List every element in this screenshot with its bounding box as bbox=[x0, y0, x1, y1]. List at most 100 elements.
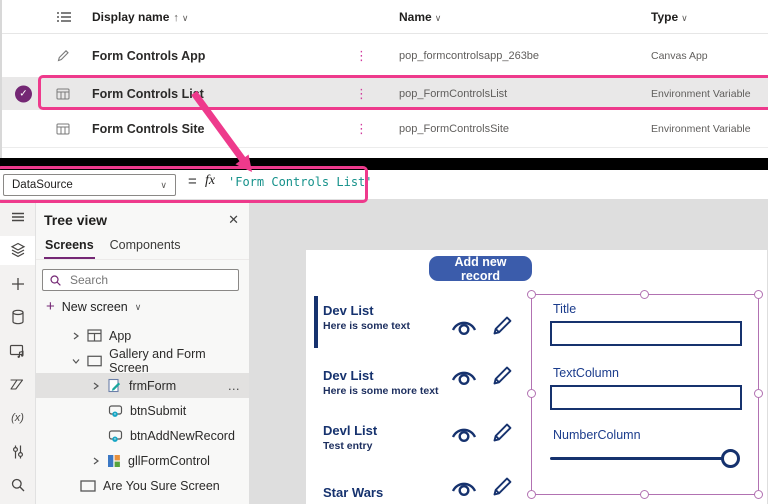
gallery-item-title[interactable]: Devl List bbox=[323, 423, 377, 438]
tree-item-label: btnSubmit bbox=[130, 404, 186, 418]
tree-item-btnsubmit[interactable]: btnSubmit bbox=[36, 398, 249, 423]
form-control-selected[interactable]: Title TextColumn NumberColumn bbox=[531, 294, 759, 495]
table-row-selected[interactable]: ✓ Form Controls List ⋮ pop_FormControlsL… bbox=[2, 77, 768, 110]
view-record-eye-icon[interactable] bbox=[449, 366, 479, 388]
tree-item-gallery-and-form-screen[interactable]: Gallery and Form Screen bbox=[36, 348, 249, 373]
tree-view-tabs: Screens Components bbox=[36, 232, 249, 260]
row-display-name[interactable]: Form Controls App bbox=[92, 49, 205, 63]
gallery-item-title[interactable]: Dev List bbox=[323, 368, 374, 383]
numbercolumn-slider-knob[interactable] bbox=[721, 449, 740, 468]
property-dropdown-value: DataSource bbox=[12, 179, 73, 191]
row-display-name[interactable]: Form Controls Site bbox=[92, 122, 205, 136]
chevron-down-icon: ∨ bbox=[681, 13, 688, 23]
numbercolumn-slider-track[interactable] bbox=[550, 457, 731, 460]
tree-item-app[interactable]: App bbox=[36, 323, 249, 348]
tree-item-label: App bbox=[109, 329, 131, 343]
tab-screens[interactable]: Screens bbox=[44, 236, 95, 259]
close-icon[interactable]: ✕ bbox=[228, 212, 239, 228]
more-options-icon[interactable]: ⋮ bbox=[355, 51, 368, 61]
resize-handle[interactable] bbox=[640, 490, 649, 499]
plus-icon: + bbox=[46, 301, 55, 313]
add-new-record-button[interactable]: Add new record bbox=[429, 256, 532, 281]
resize-handle[interactable] bbox=[754, 290, 763, 299]
gallery-item-subtitle: Here is some text bbox=[323, 320, 410, 332]
column-header-type[interactable]: Type∨ bbox=[651, 10, 688, 24]
search-input[interactable] bbox=[42, 269, 239, 291]
view-record-eye-icon[interactable] bbox=[449, 477, 479, 499]
advanced-tools-icon[interactable] bbox=[0, 437, 35, 467]
screen-icon bbox=[80, 480, 96, 492]
gallery-selected-indicator bbox=[314, 296, 318, 348]
view-record-eye-icon[interactable] bbox=[449, 316, 479, 338]
form-icon bbox=[107, 378, 122, 393]
chevron-right-icon bbox=[92, 382, 100, 390]
canvas-background: Add new record Dev List Here is some tex… bbox=[249, 200, 768, 504]
tree-view-icon[interactable] bbox=[0, 236, 35, 266]
search-icon bbox=[49, 274, 62, 287]
gallery-item-title[interactable]: Star Wars bbox=[323, 485, 383, 500]
data-icon[interactable] bbox=[0, 303, 35, 333]
edit-record-pencil-icon[interactable] bbox=[490, 419, 516, 445]
row-display-name[interactable]: Form Controls List bbox=[92, 87, 204, 101]
selected-check-icon[interactable]: ✓ bbox=[15, 85, 32, 102]
tree-list: App Gallery and Form Screen frmForm … bt… bbox=[36, 323, 249, 498]
chevron-down-icon: ∨ bbox=[160, 180, 167, 191]
tree-item-label: btnAddNewRecord bbox=[130, 429, 235, 443]
row-name: pop_FormControlsList bbox=[399, 88, 507, 100]
resize-handle[interactable] bbox=[527, 389, 536, 398]
chevron-down-icon: ∨ bbox=[435, 13, 442, 23]
tree-item-btnaddnewrecord[interactable]: btnAddNewRecord bbox=[36, 423, 249, 448]
variables-icon[interactable]: (x) bbox=[0, 403, 35, 433]
tree-item-are-you-sure-screen[interactable]: Are You Sure Screen bbox=[36, 473, 249, 498]
edit-record-pencil-icon[interactable] bbox=[490, 473, 516, 499]
hamburger-menu-icon[interactable] bbox=[0, 202, 35, 232]
column-header-name[interactable]: Name∨ bbox=[399, 10, 441, 24]
edit-record-pencil-icon[interactable] bbox=[490, 312, 516, 338]
button-icon bbox=[108, 428, 123, 443]
insert-plus-icon[interactable] bbox=[0, 269, 35, 299]
tab-components[interactable]: Components bbox=[109, 236, 182, 259]
studio-body: (x) Tree view ✕ Screens Components + bbox=[0, 200, 768, 504]
chevron-down-icon: ∨ bbox=[135, 302, 142, 313]
edit-record-pencil-icon[interactable] bbox=[490, 362, 516, 388]
resize-handle[interactable] bbox=[527, 290, 536, 299]
formula-input[interactable]: 'Form Controls List' bbox=[228, 175, 748, 189]
resize-handle[interactable] bbox=[640, 290, 649, 299]
table-row[interactable]: Form Controls Site ⋮ pop_FormControlsSit… bbox=[2, 110, 768, 148]
screen-icon bbox=[87, 355, 102, 367]
field-label-title: Title bbox=[553, 302, 576, 316]
chevron-right-icon bbox=[72, 332, 80, 340]
search-field[interactable] bbox=[68, 272, 232, 288]
tree-item-gllformcontrol[interactable]: gllFormControl bbox=[36, 448, 249, 473]
tree-view-panel: Tree view ✕ Screens Components + New scr… bbox=[36, 200, 249, 504]
tree-item-label: frmForm bbox=[129, 379, 176, 393]
media-icon[interactable] bbox=[0, 336, 35, 366]
column-header-label: Name bbox=[399, 10, 432, 24]
resize-handle[interactable] bbox=[527, 490, 536, 499]
panel-title: Tree view bbox=[44, 212, 107, 228]
power-automate-icon[interactable] bbox=[0, 370, 35, 400]
table-icon bbox=[56, 88, 70, 100]
more-options-icon[interactable]: ⋮ bbox=[355, 89, 368, 99]
property-dropdown[interactable]: DataSource ∨ bbox=[3, 174, 176, 196]
resize-handle[interactable] bbox=[754, 389, 763, 398]
table-row[interactable]: Form Controls App ⋮ pop_formcontrolsapp_… bbox=[2, 34, 768, 77]
search-icon[interactable] bbox=[0, 471, 35, 501]
view-record-eye-icon[interactable] bbox=[449, 423, 479, 445]
chevron-down-icon bbox=[72, 357, 80, 365]
tree-item-frmform[interactable]: frmForm … bbox=[36, 373, 249, 398]
title-text-input[interactable] bbox=[550, 321, 742, 346]
new-screen-button[interactable]: + New screen ∨ bbox=[36, 291, 249, 321]
textcolumn-text-input[interactable] bbox=[550, 385, 742, 410]
more-options-icon[interactable]: ⋮ bbox=[355, 124, 368, 134]
table-icon bbox=[56, 123, 70, 135]
equals-sign: = bbox=[188, 173, 197, 190]
more-icon[interactable]: … bbox=[228, 379, 242, 393]
power-apps-screenshot: Display name↑∨ Name∨ Type∨ Form Controls… bbox=[0, 0, 768, 504]
column-header-display-name[interactable]: Display name↑∨ bbox=[92, 10, 188, 24]
chevron-down-icon: ∨ bbox=[182, 13, 189, 23]
gallery-item-title[interactable]: Dev List bbox=[323, 303, 374, 318]
app-canvas: Add new record Dev List Here is some tex… bbox=[306, 250, 767, 504]
solutions-table: Display name↑∨ Name∨ Type∨ Form Controls… bbox=[0, 0, 768, 158]
resize-handle[interactable] bbox=[754, 490, 763, 499]
